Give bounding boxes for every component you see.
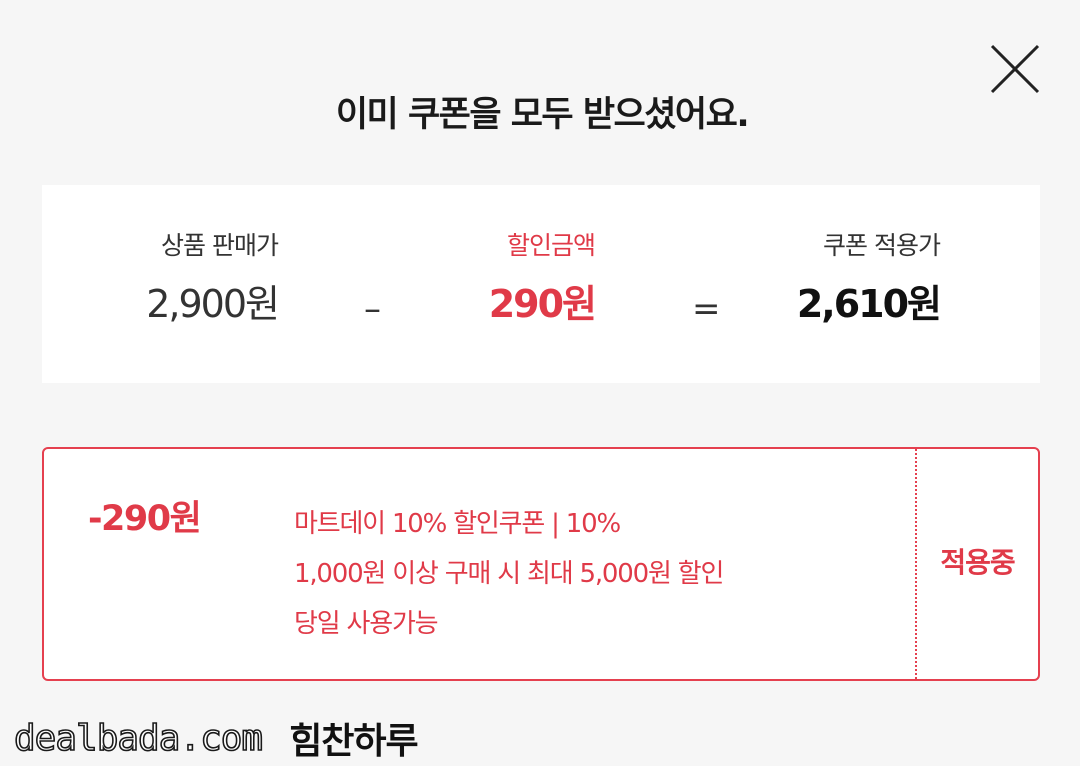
watermark-site: dealbada.com xyxy=(13,717,264,760)
coupon-card[interactable]: -290원 마트데이 10% 할인쿠폰 | 10% 1,000원 이상 구매 시… xyxy=(42,447,1040,681)
discount-column: 할인금액 290원 xyxy=(488,231,597,327)
coupon-name-line: 마트데이 10% 할인쿠폰 | 10% xyxy=(294,509,621,539)
equals-operator: = xyxy=(692,289,721,329)
coupon-status-button[interactable]: 적용중 xyxy=(917,545,1038,581)
discount-value: 290원 xyxy=(488,282,597,326)
minus-operator: – xyxy=(364,289,381,329)
coupon-description: 마트데이 10% 할인쿠폰 | 10% 1,000원 이상 구매 시 최대 5,… xyxy=(294,499,724,649)
sale-price-label: 상품 판매가 xyxy=(161,231,279,260)
watermark-name: 힘찬하루 xyxy=(289,721,418,762)
sale-price-value: 2,900원 xyxy=(146,282,280,326)
coupon-price-label: 쿠폰 적용가 xyxy=(823,231,941,260)
price-summary-card: 상품 판매가 2,900원 – 할인금액 290원 = 쿠폰 적용가 2,610… xyxy=(42,185,1040,383)
coupon-price-column: 쿠폰 적용가 2,610원 xyxy=(796,231,942,327)
watermark: dealbada.com 힘찬하루 xyxy=(13,712,418,764)
coupon-price-value: 2,610원 xyxy=(796,282,942,326)
coupon-validity-line: 당일 사용가능 xyxy=(294,609,439,639)
discount-label: 할인금액 xyxy=(506,231,596,260)
sale-price-column: 상품 판매가 2,900원 xyxy=(146,231,280,327)
coupon-condition-line: 1,000원 이상 구매 시 최대 5,000원 할인 xyxy=(294,559,724,589)
page-title: 이미 쿠폰을 모두 받으셨어요. xyxy=(335,95,750,135)
coupon-discount-amount: -290원 xyxy=(88,499,202,539)
